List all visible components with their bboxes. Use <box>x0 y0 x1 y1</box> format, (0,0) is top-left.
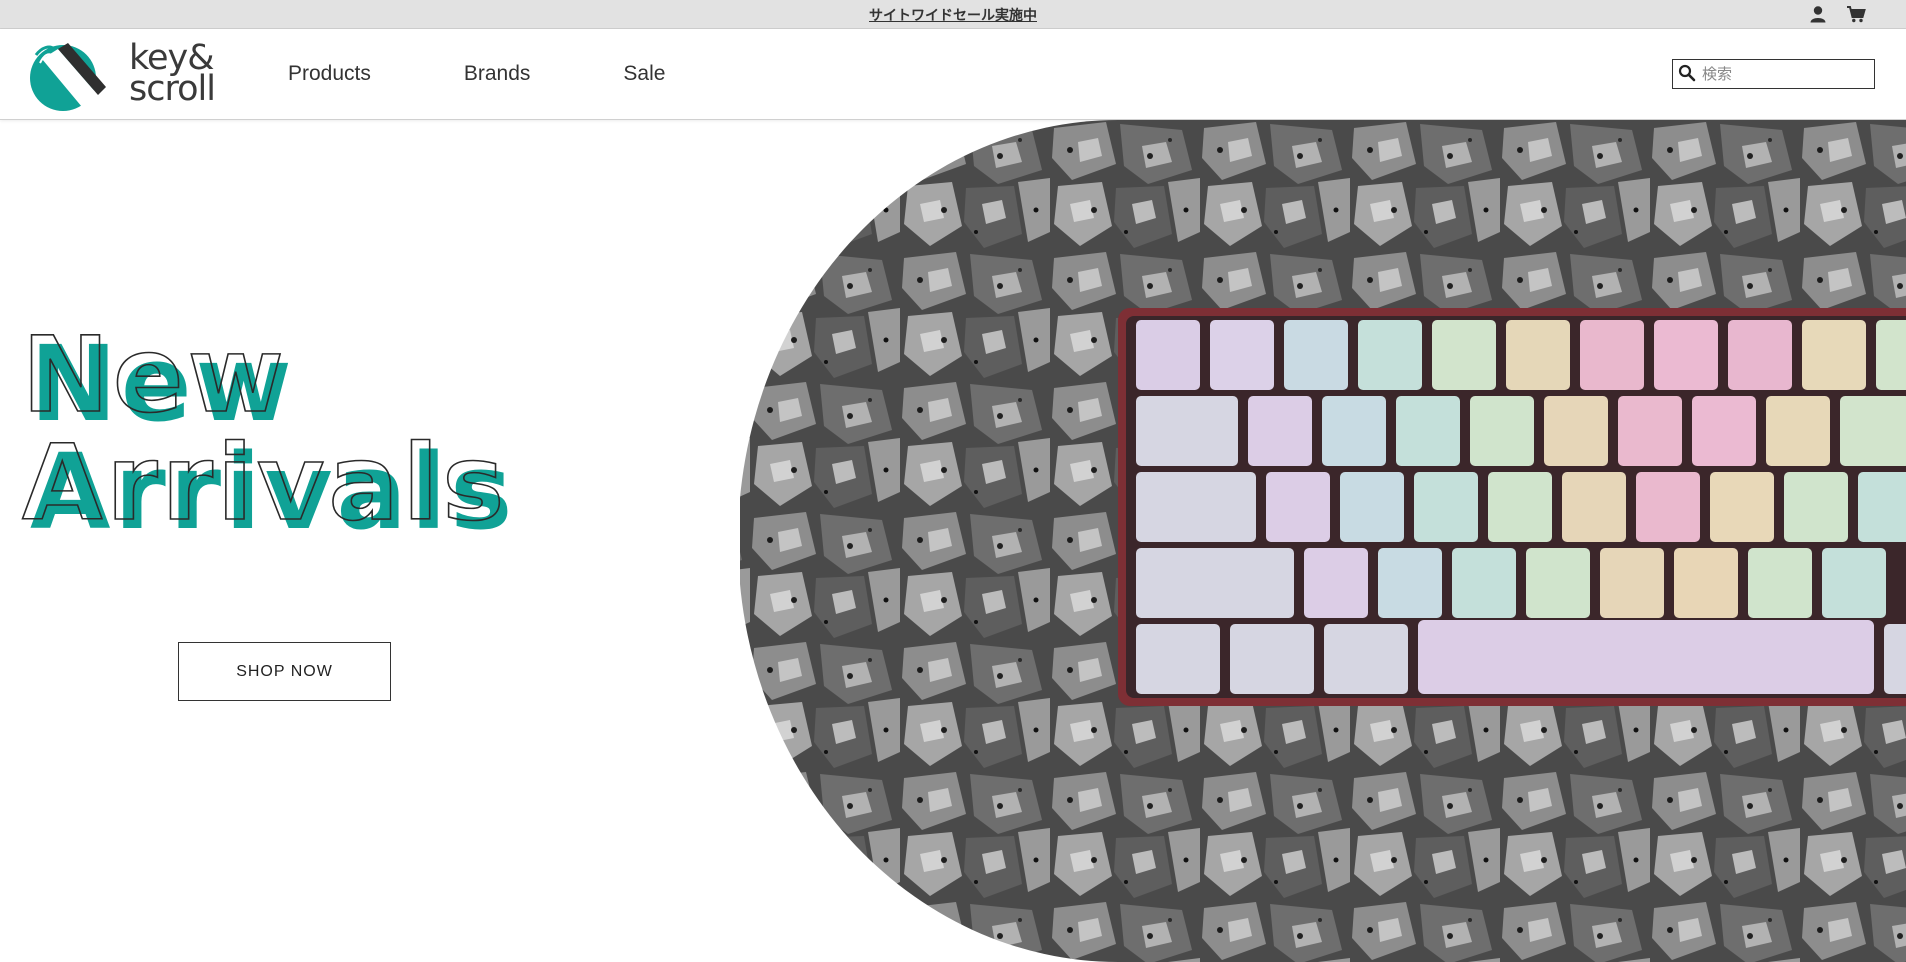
search-input[interactable] <box>1702 62 1870 86</box>
site-header: key& scroll Products Brands Sale <box>0 29 1906 120</box>
search-icon[interactable] <box>1678 64 1696 82</box>
hero-headline-art: New Arrivals New Arrivals <box>21 313 512 553</box>
nav-products[interactable]: Products <box>288 62 371 86</box>
headline-outline-2: Arrivals <box>22 422 508 540</box>
cart-icon[interactable] <box>1846 4 1866 24</box>
hero-banner: New Arrivals New Arrivals SHOP NOW <box>0 120 1906 962</box>
logo-line-2: scroll <box>129 69 216 109</box>
utility-icons <box>1808 4 1866 24</box>
logo-mark <box>30 43 106 111</box>
headline-outline-1: New <box>22 314 288 436</box>
account-icon[interactable] <box>1808 4 1828 24</box>
announcement-bar: サイトワイドセール実施中 <box>0 0 1906 29</box>
hero-image <box>740 120 1906 962</box>
main-nav: Products Brands Sale <box>288 62 665 86</box>
nav-brands[interactable]: Brands <box>464 62 531 86</box>
logo-wordmark: key& scroll <box>129 41 216 109</box>
logo[interactable]: key& scroll <box>28 37 216 113</box>
search-box <box>1672 59 1875 89</box>
nav-sale[interactable]: Sale <box>623 62 665 86</box>
shop-now-button[interactable]: SHOP NOW <box>178 642 391 701</box>
announcement-link[interactable]: サイトワイドセール実施中 <box>0 5 1906 25</box>
hero-headline: New Arrivals New Arrivals <box>20 310 580 553</box>
